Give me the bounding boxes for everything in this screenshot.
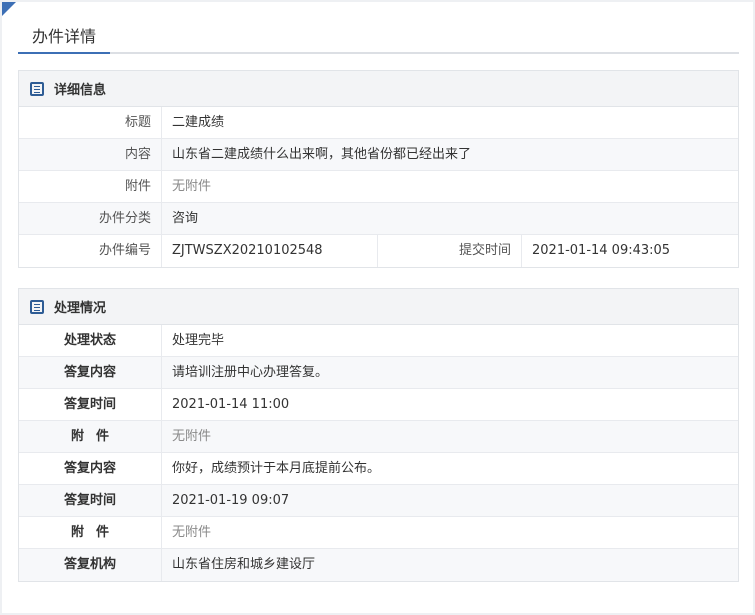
handling-row: 附件 无附件 (19, 421, 738, 453)
field-value: 咨询 (172, 211, 199, 226)
corner-marker (2, 2, 16, 16)
page-title: 办件详情 (18, 22, 111, 54)
detail-panel-title: 详细信息 (54, 83, 107, 98)
page: 办件详情 详细信息 标题 二建成绩 内容 山东省二建成绩什么出来啊，其他省份都已… (2, 2, 753, 613)
handling-panel-title: 处理情况 (54, 301, 107, 316)
field-label: 标题 (19, 107, 162, 138)
detail-row-number: 办件编号 ZJTWSZX20210102548 提交时间 2021-01-14 … (19, 235, 738, 267)
handling-panel-header: 处理情况 (19, 289, 738, 325)
handling-row: 答复时间 2021-01-14 11:00 (19, 389, 738, 421)
field-value: 无附件 (172, 429, 212, 444)
document-list-icon (30, 299, 44, 314)
detail-row-attachment: 附件 无附件 (19, 171, 738, 203)
field-label: 办件分类 (19, 203, 162, 234)
field-label: 内容 (19, 139, 162, 170)
field-value: 2021-01-19 09:07 (172, 493, 290, 508)
field-value: 2021-01-14 09:43:05 (532, 243, 671, 258)
field-label: 附件 (19, 171, 162, 202)
handling-panel: 处理情况 处理状态 处理完毕 答复内容 请培训注册中心办理答复。 答复时间 20… (18, 288, 739, 582)
handling-row: 答复机构 山东省住房和城乡建设厅 (19, 549, 738, 581)
field-value: 山东省住房和城乡建设厅 (172, 557, 316, 572)
detail-row-title: 标题 二建成绩 (19, 107, 738, 139)
field-value: 无附件 (172, 179, 212, 194)
field-value: 你好，成绩预计于本月底提前公布。 (172, 461, 381, 476)
field-label: 附件 (19, 517, 162, 548)
detail-panel: 详细信息 标题 二建成绩 内容 山东省二建成绩什么出来啊，其他省份都已经出来了 … (18, 70, 739, 268)
field-label: 答复内容 (19, 357, 162, 388)
title-bar: 办件详情 (18, 22, 739, 54)
field-label: 附件 (19, 421, 162, 452)
field-label: 答复内容 (19, 453, 162, 484)
detail-row-content: 内容 山东省二建成绩什么出来啊，其他省份都已经出来了 (19, 139, 738, 171)
field-value: 山东省二建成绩什么出来啊，其他省份都已经出来了 (172, 147, 472, 162)
field-value: 2021-01-14 11:00 (172, 397, 290, 412)
document-list-icon (30, 81, 44, 96)
field-value: 二建成绩 (172, 115, 225, 130)
field-label: 提交时间 (378, 235, 522, 267)
field-value: 请培训注册中心办理答复。 (172, 365, 329, 380)
field-label: 答复时间 (19, 485, 162, 516)
handling-row: 处理状态 处理完毕 (19, 325, 738, 357)
field-label: 答复时间 (19, 389, 162, 420)
handling-row: 答复内容 你好，成绩预计于本月底提前公布。 (19, 453, 738, 485)
field-label: 处理状态 (19, 325, 162, 356)
handling-row: 答复时间 2021-01-19 09:07 (19, 485, 738, 517)
field-label: 办件编号 (19, 235, 162, 267)
handling-row: 答复内容 请培训注册中心办理答复。 (19, 357, 738, 389)
field-value: ZJTWSZX20210102548 (162, 235, 378, 267)
detail-panel-header: 详细信息 (19, 71, 738, 107)
handling-row: 附件 无附件 (19, 517, 738, 549)
field-value: 无附件 (172, 525, 212, 540)
field-value: 处理完毕 (172, 333, 225, 348)
detail-row-category: 办件分类 咨询 (19, 203, 738, 235)
field-label: 答复机构 (19, 549, 162, 581)
